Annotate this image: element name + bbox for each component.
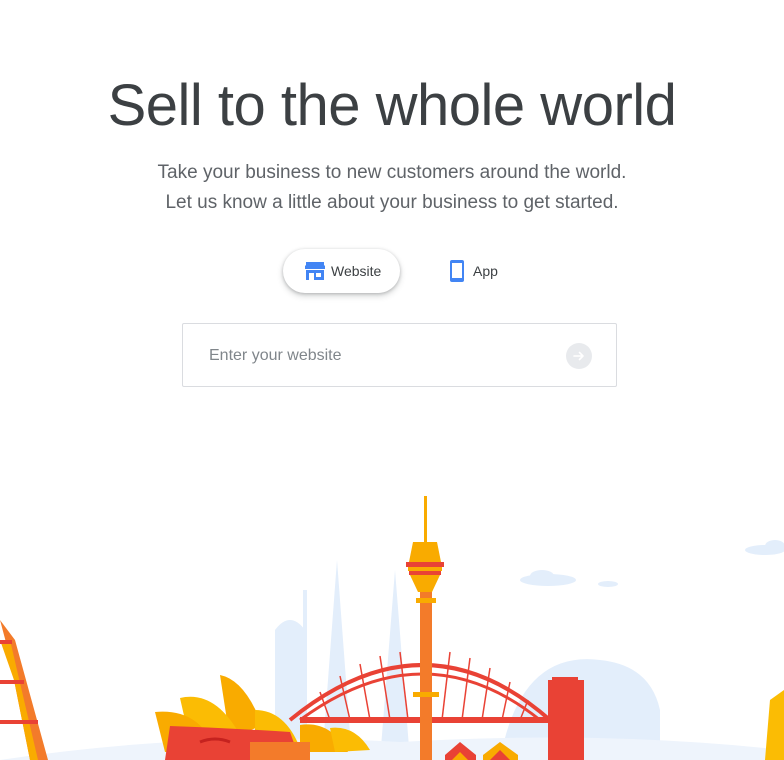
cloud-graphic <box>520 540 784 587</box>
website-toggle-button[interactable]: Website <box>283 249 400 293</box>
right-edge-shape <box>765 690 784 760</box>
page-title: Sell to the whole world <box>107 73 677 138</box>
subtitle-line-2: Let us know a little about your business… <box>165 192 619 213</box>
arrow-forward-icon <box>572 349 586 363</box>
store-icon <box>305 261 325 281</box>
left-tower <box>0 620 48 760</box>
subtitle-line-1: Take your business to new customers arou… <box>157 162 627 183</box>
website-toggle-label: Website <box>331 263 382 279</box>
smartphone-icon <box>447 260 467 282</box>
website-input-container <box>182 323 617 388</box>
sydney-skyline-illustration <box>0 496 784 760</box>
website-url-input[interactable] <box>207 324 551 388</box>
app-toggle-button[interactable]: App <box>447 249 507 293</box>
app-toggle-label: App <box>473 263 498 279</box>
submit-button[interactable] <box>566 343 592 369</box>
